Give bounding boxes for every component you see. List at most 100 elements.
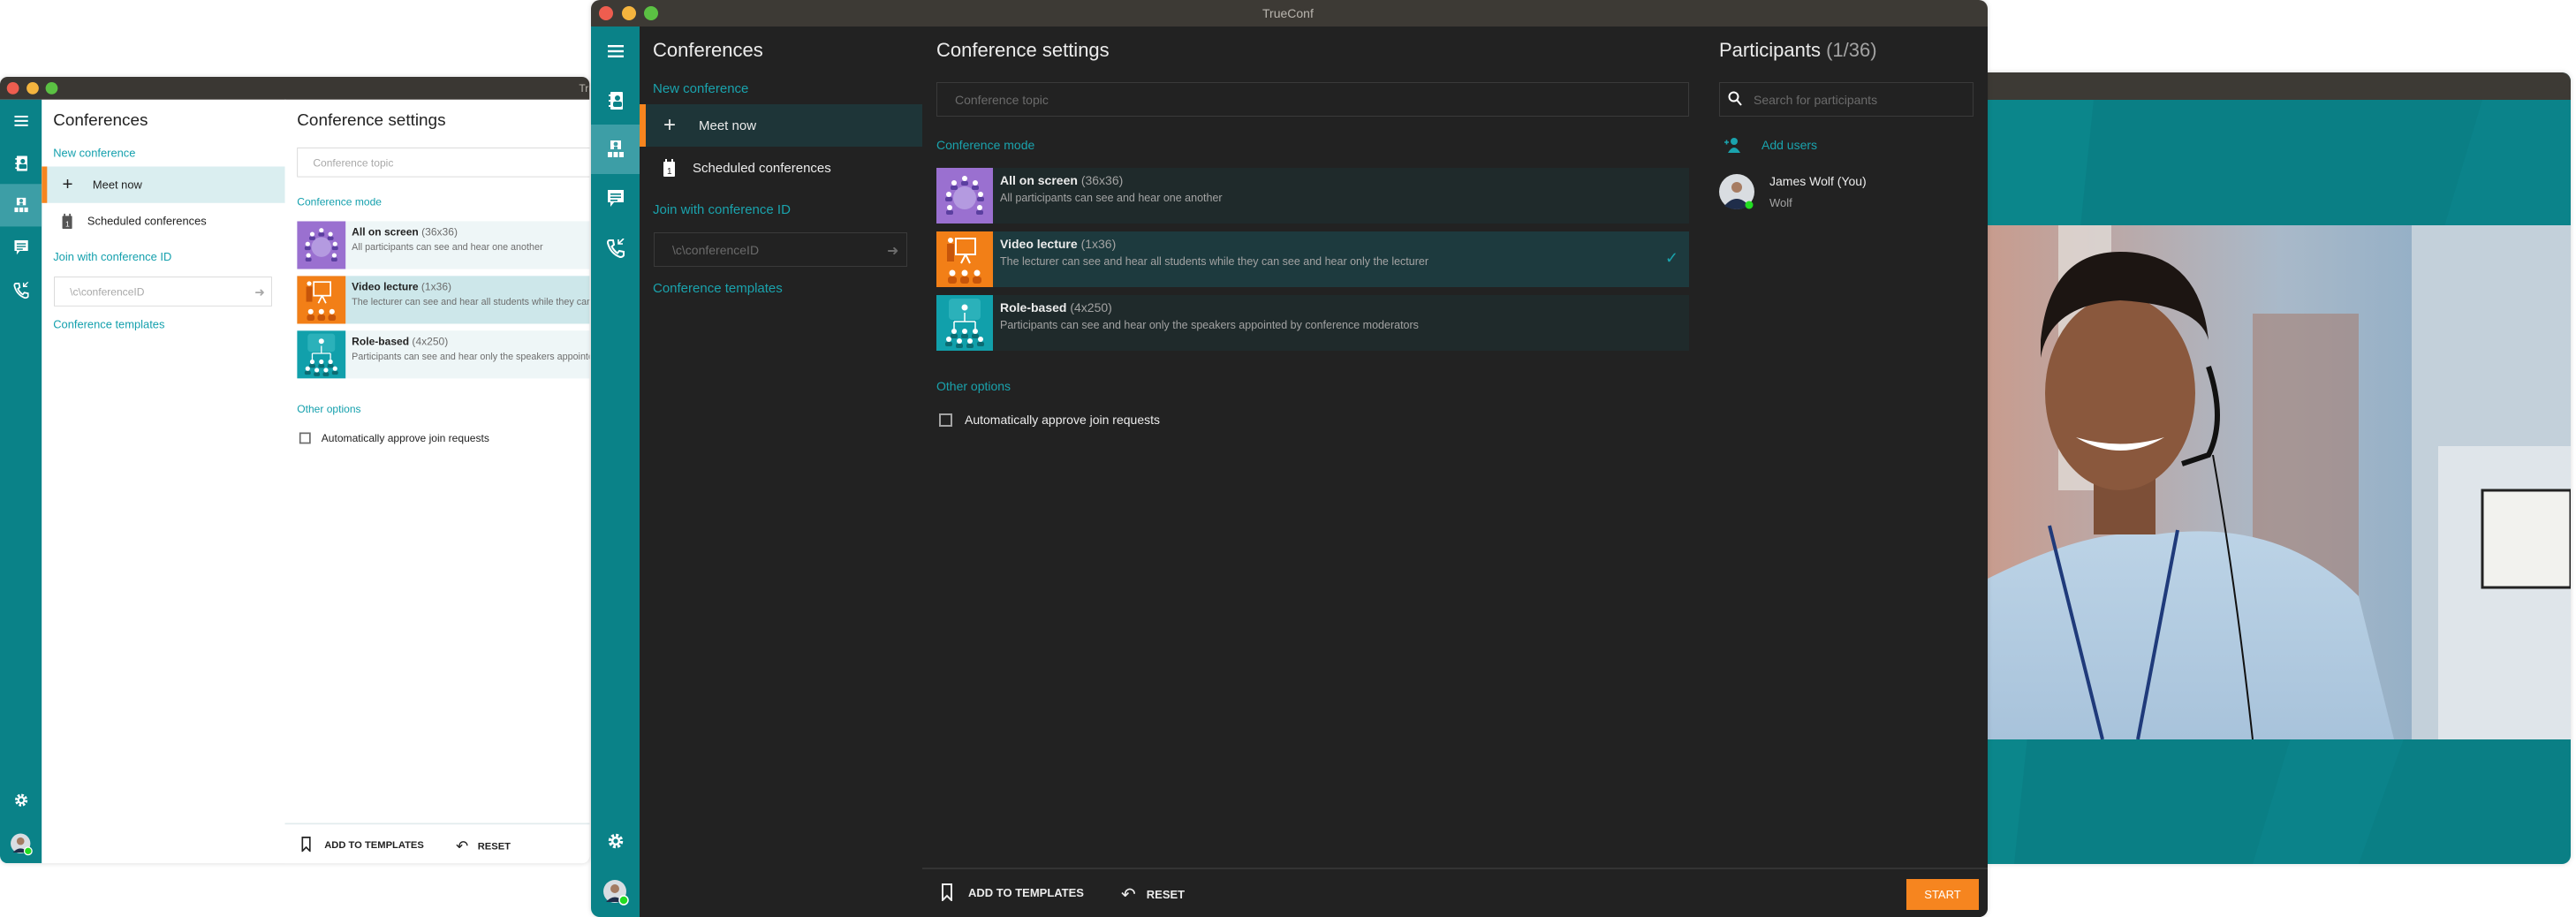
meet-now-item[interactable]: + Meet now	[640, 104, 922, 147]
add-to-templates-button[interactable]: ADD TO TEMPLATES	[942, 883, 1084, 901]
close-button[interactable]	[6, 82, 19, 95]
scheduled-conferences-item[interactable]: 1 Scheduled conferences	[42, 203, 284, 239]
sidebar-item-menu[interactable]	[591, 27, 640, 76]
title-bar: TrueConf	[0, 77, 590, 100]
calendar-icon: 1	[663, 159, 675, 177]
mode-capacity: (1x36)	[1080, 237, 1117, 251]
sidebar-item-menu[interactable]	[0, 100, 42, 142]
join-arrow-icon[interactable]: ➜	[254, 285, 265, 300]
trueconf-window-dark: TrueConf Conferences New conference + Me…	[591, 0, 1988, 917]
sidebar-item-calls[interactable]	[591, 224, 640, 273]
participants-title: Participants (1/36)	[1719, 39, 1877, 62]
add-users-button[interactable]: Add users	[1724, 136, 1817, 154]
footer-toolbar: ADD TO TEMPLATES ↶ RESET	[284, 822, 590, 864]
participants-label: Participants	[1719, 39, 1821, 61]
sidebar-item-calls[interactable]	[0, 269, 42, 312]
auto-approve-label: Automatically approve join requests	[965, 413, 1161, 427]
mode-option-role-based[interactable]: Role-based (4x250) Participants can see …	[297, 330, 590, 379]
conference-topic-input[interactable]: Conference topic	[936, 82, 1689, 117]
participant-login: Wolf	[1769, 196, 1792, 209]
mode-icon	[936, 168, 993, 224]
scheduled-conferences-label: Scheduled conferences	[693, 160, 831, 176]
mode-description: All participants can see and hear one an…	[1000, 192, 1223, 204]
sidebar-item-chat[interactable]	[0, 226, 42, 269]
meet-now-item[interactable]: + Meet now	[42, 166, 285, 203]
mode-option-video-lecture[interactable]: Video lecture (1x36) The lecturer can se…	[297, 276, 590, 324]
participants-count: (1/36)	[1826, 39, 1877, 61]
mode-capacity: (36x36)	[421, 225, 458, 239]
mode-name: Video lecture	[352, 280, 419, 293]
new-conference-label: New conference	[653, 81, 749, 96]
reset-button[interactable]: ↶ RESET	[1121, 883, 1185, 906]
mode-capacity: (4x250)	[412, 335, 449, 348]
conference-templates-link[interactable]: Conference templates	[653, 281, 783, 296]
reset-label: RESET	[1146, 888, 1186, 901]
window-title: TrueConf	[579, 82, 589, 95]
mode-option-role-based[interactable]: Role-based (4x250) Participants can see …	[936, 295, 1689, 351]
sidebar-item-chat[interactable]	[591, 174, 640, 224]
sidebar-item-settings[interactable]	[591, 816, 640, 866]
close-button[interactable]	[599, 6, 613, 20]
sidebar-item-conferences[interactable]	[591, 125, 640, 174]
new-conference-label: New conference	[53, 147, 136, 160]
auto-approve-checkbox[interactable]	[939, 413, 952, 427]
video-feed	[1988, 225, 2571, 739]
participant-search-placeholder: Search for participants	[1754, 92, 1878, 107]
maximize-button[interactable]	[45, 82, 58, 95]
mode-name: All on screen	[352, 225, 419, 239]
search-icon	[1728, 91, 1742, 111]
sidebar-item-contacts[interactable]	[0, 142, 42, 185]
conference-id-input[interactable]: \c\conferenceID	[54, 277, 272, 307]
sidebar-item-contacts[interactable]	[591, 76, 640, 125]
conference-settings-title: Conference settings	[936, 39, 1110, 61]
sidebar-item-conferences[interactable]	[0, 184, 42, 227]
other-options-label: Other options	[936, 379, 1011, 393]
gear-icon	[13, 792, 28, 807]
add-users-label: Add users	[1762, 138, 1818, 152]
conference-topic-input[interactable]: Conference topic	[297, 147, 590, 178]
sidebar-item-settings[interactable]	[0, 779, 42, 822]
join-with-id-label: Join with conference ID	[53, 250, 172, 264]
conference-settings-panel: Conference settings Conference topic Con…	[284, 99, 590, 864]
bookmark-icon	[942, 883, 952, 901]
start-button[interactable]: START	[1906, 879, 1979, 910]
mode-option-video-lecture[interactable]: Video lecture (1x36) The lecturer can se…	[936, 231, 1689, 287]
mode-name: Role-based	[1000, 300, 1067, 315]
conference-id-input[interactable]: \c\conferenceID	[654, 232, 907, 267]
add-to-templates-label: ADD TO TEMPLATES	[324, 838, 424, 851]
scheduled-conferences-label: Scheduled conferences	[87, 215, 207, 228]
sidebar-item-profile[interactable]	[591, 868, 640, 917]
auto-approve-label: Automatically approve join requests	[321, 431, 489, 444]
conferences-title: Conferences	[653, 39, 763, 61]
add-to-templates-button[interactable]: ADD TO TEMPLATES	[301, 837, 424, 853]
mode-name: Role-based	[352, 335, 410, 348]
conference-icon	[13, 197, 28, 213]
reset-button[interactable]: ↶ RESET	[456, 837, 511, 856]
minimize-button[interactable]	[27, 82, 39, 95]
mode-description: All participants can see and hear one an…	[352, 241, 543, 253]
mode-icon	[936, 231, 993, 287]
minimize-button[interactable]	[622, 6, 636, 20]
mode-option-all-on-screen[interactable]: All on screen (36x36) All participants c…	[936, 168, 1689, 224]
scheduled-conferences-item[interactable]: 1 Scheduled conferences	[640, 147, 922, 189]
auto-approve-checkbox[interactable]	[299, 432, 311, 444]
call-history-icon	[606, 239, 625, 258]
mode-capacity: (36x36)	[1080, 173, 1124, 187]
window-title: TrueConf	[1262, 6, 1314, 20]
undo-icon: ↶	[456, 837, 469, 855]
conference-mode-label: Conference mode	[936, 138, 1035, 152]
conferences-title: Conferences	[53, 110, 148, 130]
mode-option-all-on-screen[interactable]: All on screen (36x36) All participants c…	[297, 221, 590, 269]
sidebar-item-profile[interactable]	[0, 823, 42, 864]
participant-search-input[interactable]: Search for participants	[1719, 82, 1974, 117]
maximize-button[interactable]	[644, 6, 658, 20]
mode-icon	[297, 221, 346, 269]
mode-description: The lecturer can see and hear all studen…	[352, 296, 589, 307]
add-to-templates-label: ADD TO TEMPLATES	[968, 885, 1084, 899]
participant-list-item[interactable]: James Wolf (You) Wolf	[1719, 174, 1975, 211]
sidebar	[591, 27, 640, 917]
join-arrow-icon[interactable]: ➜	[887, 242, 898, 260]
conference-templates-link[interactable]: Conference templates	[53, 318, 164, 331]
add-user-icon	[1724, 137, 1740, 153]
conference-topic-placeholder: Conference topic	[955, 92, 1049, 107]
